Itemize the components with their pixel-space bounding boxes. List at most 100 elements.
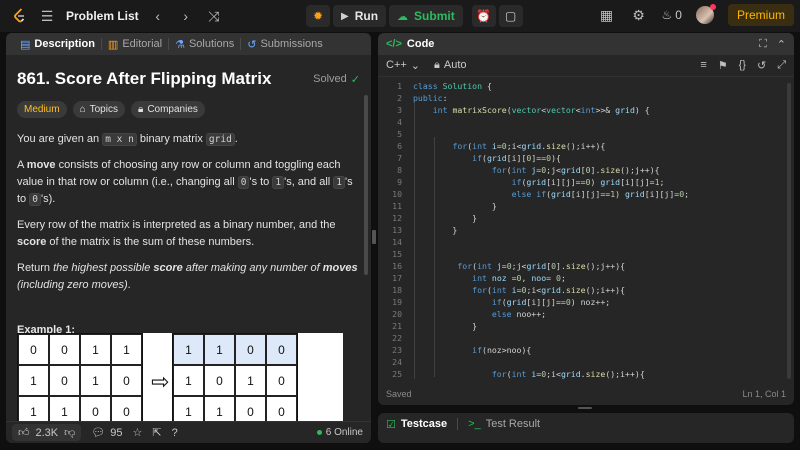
line-number: 12 [392,213,402,223]
tab-test-result[interactable]: >_ Test Result [468,418,540,430]
star-icon[interactable]: ☆ [133,426,143,439]
grid-cell: 1 [18,396,49,421]
debug-button[interactable]: ✹ [306,5,330,27]
difficulty-badge[interactable]: Medium [17,101,67,118]
streak-counter[interactable]: ♨ 0 [662,8,682,22]
leetcode-logo-icon[interactable] [12,8,28,24]
line-number: 5 [397,129,402,139]
premium-button[interactable]: Premium [727,4,794,26]
text-span: Every row of the matrix is interpreted a… [17,219,336,231]
code-brackets-icon: </> [386,38,402,50]
chevron-right-icon[interactable]: › [177,7,195,25]
topics-chip[interactable]: ⌂ Topics [72,101,125,118]
text-span: A [17,159,27,171]
text-span: of the matrix is the sum of these number… [46,236,255,248]
run-button[interactable]: ▶ Run [333,5,387,27]
online-count: 6 Online [325,427,363,438]
line-number: 7 [397,153,402,163]
reset-icon[interactable]: ↺ [757,59,766,72]
example-grid-before: 001110101100 [17,333,143,421]
auto-label: Auto [443,59,467,71]
expand-icon[interactable]: ⤢ [777,59,786,72]
bold-text: move [26,159,56,171]
description-paragraph-2: A move consists of choosing any row or c… [17,157,360,208]
code-line: if(grid[i][j]==0) grid[i][j]=1; [511,177,665,187]
auto-mode[interactable]: 🔒︎ Auto [434,59,467,72]
code-editor[interactable]: 1 2 3 4 5 6 7 8 9 10 11 12 13 14 15 16 17 18 19 20 21 22 23 24 2… [378,79,794,379]
braces-icon[interactable]: {} [739,59,746,72]
code-line: public: [413,93,448,103]
tab-editorial[interactable]: ▥ Editorial [102,33,168,55]
help-icon[interactable]: ? [172,427,178,439]
grid-cell: 1 [49,396,80,421]
layout-grid-icon[interactable]: ▦ [598,6,616,24]
comment-icon: 💬︎ [91,427,106,439]
checkbox-icon: ☑ [386,418,396,431]
code-title: Code [406,38,435,50]
format-icon[interactable]: ≡ [700,59,706,72]
save-status: Saved [386,389,412,399]
chevron-left-icon[interactable]: ‹ [149,7,167,25]
grid-cell: 0 [235,396,266,421]
thumbs-down-icon[interactable]: 👎︎ [64,426,75,439]
gear-icon[interactable]: ⚙ [630,6,648,24]
line-number: 25 [392,369,402,379]
problem-list-link[interactable]: Problem List [66,9,139,23]
code-scrollbar[interactable] [787,83,791,379]
code-line: else if(grid[i][j]==1) grid[i][j]=0; [511,189,690,199]
text-span: Return [17,262,54,274]
like-button[interactable]: 👍︎ 2.3K 👎︎ [12,424,82,441]
description-footer: 👍︎ 2.3K 👎︎ 💬︎ 95 ☆ ⇱ ? 6 Online [6,421,371,443]
maximize-icon[interactable]: ⛶ [759,38,767,51]
line-number: 8 [397,165,402,175]
bold-text: score [17,236,47,248]
grid-cell: 0 [111,365,142,396]
shuffle-icon[interactable]: ⤨ [205,7,223,25]
check-circle-icon: ✓ [350,73,360,86]
tag-icon: ⌂ [79,104,86,115]
cloud-upload-icon: ☁ [397,10,409,23]
line-number: 20 [392,309,402,319]
timer-button[interactable]: ⏰ [471,5,496,27]
left-tab-bar: ▤ Description ▥ Editorial ⚗ Solutions ↺ … [6,33,371,55]
tab-testcase[interactable]: ☑ Testcase [386,418,447,431]
page-title[interactable]: 861. Score After Flipping Matrix [17,69,271,89]
code-line: class Solution { [413,81,492,91]
comment-button[interactable]: 💬︎ 95 [91,426,122,440]
share-icon[interactable]: ⇱ [152,426,161,439]
bookmark-icon[interactable]: ⚑ [718,59,728,72]
notes-button[interactable]: ▢ [498,5,523,27]
language-select[interactable]: C++ ⌄ [386,59,420,72]
description-scrollbar[interactable] [364,95,368,275]
inline-code: 1 [333,176,346,189]
panel-resize-handle[interactable] [578,407,592,409]
chevron-down-icon: ⌄ [410,60,421,72]
tab-code[interactable]: </> Code [386,38,434,50]
submit-label: Submit [414,9,455,23]
list-icon[interactable]: ☰ [38,7,56,25]
chevron-up-icon[interactable]: ⌃ [777,38,786,51]
description-paragraph-4: Return the highest possible score after … [17,260,360,294]
description-paragraph-3: Every row of the matrix is interpreted a… [17,217,360,251]
companies-chip[interactable]: 🔒︎ Companies [130,101,205,118]
tab-label: Editorial [122,38,163,50]
code-line: for(int j=0;j<grid[0].size();j++){ [457,261,626,271]
grid-cell: 1 [173,365,204,396]
like-count: 2.3K [35,426,59,439]
tab-solutions[interactable]: ⚗ Solutions [169,33,240,55]
submit-button[interactable]: ☁ Submit [389,5,463,27]
online-indicator: 6 Online [316,427,363,438]
grid-cell: 1 [204,396,235,421]
line-number: 3 [397,105,402,115]
avatar[interactable] [695,4,716,24]
alarm-icon: ⏰ [476,9,492,23]
tab-submissions[interactable]: ↺ Submissions [241,33,329,55]
grid-cell: 0 [80,396,111,421]
grid-cell: 1 [18,365,49,396]
tab-description[interactable]: ▤ Description [14,33,101,55]
grid-cell: 1 [173,396,204,421]
run-label: Run [354,9,379,23]
panel-resize-handle-vertical[interactable] [372,230,376,244]
flask-icon: ⚗ [175,38,185,51]
line-number: 14 [392,237,402,247]
